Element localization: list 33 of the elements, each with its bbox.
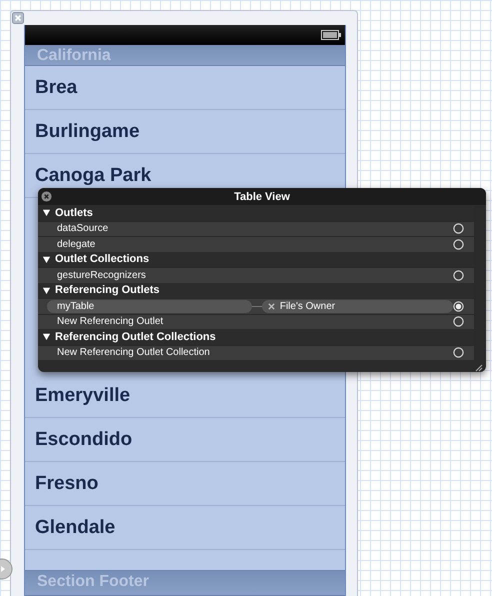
connection-circle-icon[interactable] (453, 270, 464, 281)
close-icon[interactable] (41, 191, 52, 202)
outlet-name: New Referencing Outlet Collection (57, 347, 211, 358)
connection-circle-icon[interactable] (453, 316, 464, 328)
connection-circle-icon[interactable] (453, 223, 464, 234)
section-heading[interactable]: Outlet Collections (38, 252, 474, 267)
disclosure-triangle-icon[interactable] (42, 254, 51, 264)
table-row[interactable]: Burlingame (25, 110, 345, 154)
disclosure-triangle-icon[interactable] (42, 208, 51, 218)
outlet-name: New Referencing Outlet (57, 316, 164, 328)
outlet-name: delegate (57, 238, 96, 250)
connection-circle-icon[interactable] (453, 238, 464, 250)
disclosure-triangle-icon[interactable] (42, 332, 51, 342)
outlet-name: gestureRecognizers (57, 270, 147, 281)
table-row[interactable]: Escondido (25, 418, 345, 462)
table-row[interactable]: Brea (25, 66, 345, 110)
disclosure-triangle-icon[interactable] (42, 286, 51, 295)
battery-icon (321, 30, 341, 40)
outlet-name: myTable (47, 300, 252, 313)
table-row[interactable]: Fresno (25, 462, 345, 506)
connection-target[interactable]: File's Owner (262, 300, 453, 313)
scroll-knob-icon[interactable] (0, 558, 14, 580)
resize-grip-icon[interactable] (474, 363, 483, 372)
connection-circle-icon[interactable] (453, 300, 464, 312)
table-row[interactable]: Glendale (25, 506, 345, 550)
remove-icon[interactable] (268, 302, 275, 310)
section-header: California (25, 45, 345, 66)
table-row[interactable]: Emeryville (25, 374, 345, 418)
section-footer: Section Footer (25, 570, 345, 596)
connection-circle-icon[interactable] (453, 347, 464, 358)
close-icon[interactable] (12, 12, 24, 24)
outlet-name: dataSource (57, 223, 110, 234)
section-heading[interactable]: Referencing Outlets (38, 282, 474, 298)
